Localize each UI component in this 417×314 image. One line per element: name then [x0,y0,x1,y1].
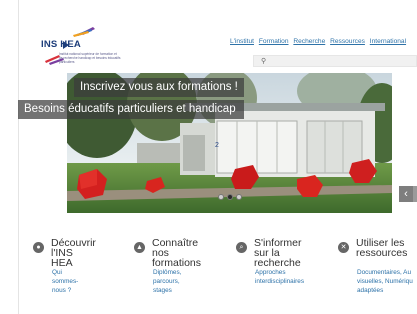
slide-caption-title[interactable]: Inscrivez vous aux formations ! [74,78,244,97]
slider-dot-3[interactable] [236,194,242,200]
person-icon: ▲ [134,242,145,253]
slide-caption-subtitle[interactable]: Besoins éducatifs particuliers et handic… [18,100,244,119]
slider-pagination [218,194,244,202]
feature-title[interactable]: S'informer sur la recherche [254,238,302,269]
nav-item-international[interactable]: International [370,38,406,45]
nav-item-recherche[interactable]: Recherche [293,38,325,45]
feature-title[interactable]: Utiliser les ressources [356,238,407,259]
feature-link[interactable]: Approches interdisciplinaires [255,268,304,286]
logo-subtitle: Institut national supérieur de formation… [59,52,121,64]
feature-link[interactable]: Diplômes, parcours, stages [153,268,181,295]
feature-title[interactable]: Connaître nos formations [152,238,201,269]
logo-text: INS HEA [41,39,81,50]
chevron-left-icon: ‹ [404,188,408,200]
feature-link[interactable]: Documentaires, Au visuelles, Numériqu ad… [357,268,417,295]
slider-dot-2[interactable] [227,194,233,200]
main-nav: L'institut Formation Recherche Ressource… [230,38,409,45]
page-border [18,0,19,314]
slider-prev-button[interactable]: ‹ [399,186,413,202]
nav-item-formation[interactable]: Formation [259,38,289,45]
slider-next-button-edge[interactable] [413,186,417,202]
tools-icon: ✕ [338,242,349,253]
nav-item-institut[interactable]: L'institut [230,38,254,45]
page: INS HEA Institut national supérieur de f… [0,0,417,314]
feature-title[interactable]: Découvrir l'INS HEA [51,238,96,269]
search-icon[interactable]: ⚲ [261,57,266,65]
feature-link[interactable]: Qui sommes-nous ? [52,268,78,295]
site-logo[interactable]: INS HEA Institut national supérieur de f… [33,25,125,67]
search-input[interactable]: ⚲ [253,55,417,67]
search-icon: ⌕ [236,242,247,253]
nav-item-ressources[interactable]: Ressources [330,38,365,45]
info-icon: ● [33,242,44,253]
building-number: 2 [215,142,219,149]
slider-dot-1[interactable] [218,194,224,200]
